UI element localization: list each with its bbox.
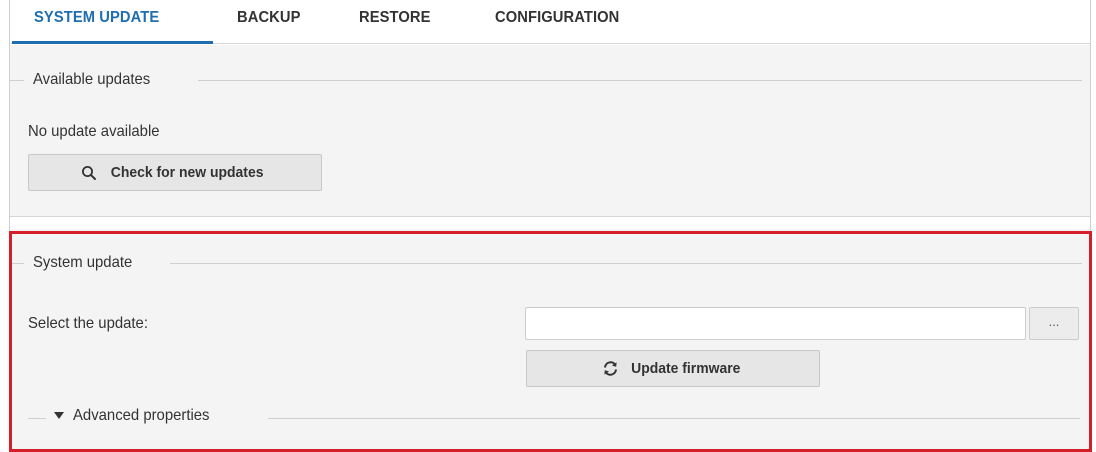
browse-button[interactable]: ...	[1029, 307, 1079, 340]
tab-configuration[interactable]: CONFIGURATION	[495, 9, 619, 44]
update-status-text: No update available	[28, 123, 160, 140]
fieldset-border	[10, 263, 24, 264]
select-update-label: Select the update:	[28, 315, 148, 332]
available-updates-section: Available updates No update available Ch…	[10, 45, 1090, 217]
advanced-divider	[28, 418, 46, 419]
search-icon	[81, 165, 97, 181]
fieldset-border	[170, 263, 1082, 264]
system-update-legend: System update	[33, 254, 133, 271]
advanced-properties-label: Advanced properties	[73, 407, 210, 424]
system-update-section: System update Select the update: ... Upd…	[10, 229, 1090, 452]
fieldset-border	[198, 80, 1082, 81]
update-firmware-button[interactable]: Update firmware	[526, 350, 820, 387]
system-window: SYSTEM UPDATE BACKUP RESTORE CONFIGURATI…	[9, 0, 1091, 452]
check-updates-label: Check for new updates	[110, 164, 264, 181]
caret-down-icon	[54, 407, 64, 425]
fieldset-border	[10, 80, 24, 81]
refresh-icon	[602, 360, 619, 377]
check-updates-button[interactable]: Check for new updates	[28, 154, 322, 191]
tab-bar: SYSTEM UPDATE BACKUP RESTORE CONFIGURATI…	[10, 0, 1090, 44]
tab-system-update[interactable]: SYSTEM UPDATE	[34, 9, 159, 44]
available-updates-legend: Available updates	[33, 71, 151, 88]
update-firmware-label: Update firmware	[630, 360, 741, 377]
section-gap	[10, 217, 1090, 229]
active-tab-indicator	[12, 41, 213, 44]
tab-restore[interactable]: RESTORE	[359, 9, 431, 44]
advanced-divider	[268, 418, 1080, 419]
tab-backup[interactable]: BACKUP	[237, 9, 301, 44]
advanced-properties-toggle[interactable]: Advanced properties	[54, 407, 220, 425]
update-file-input[interactable]	[525, 307, 1026, 340]
